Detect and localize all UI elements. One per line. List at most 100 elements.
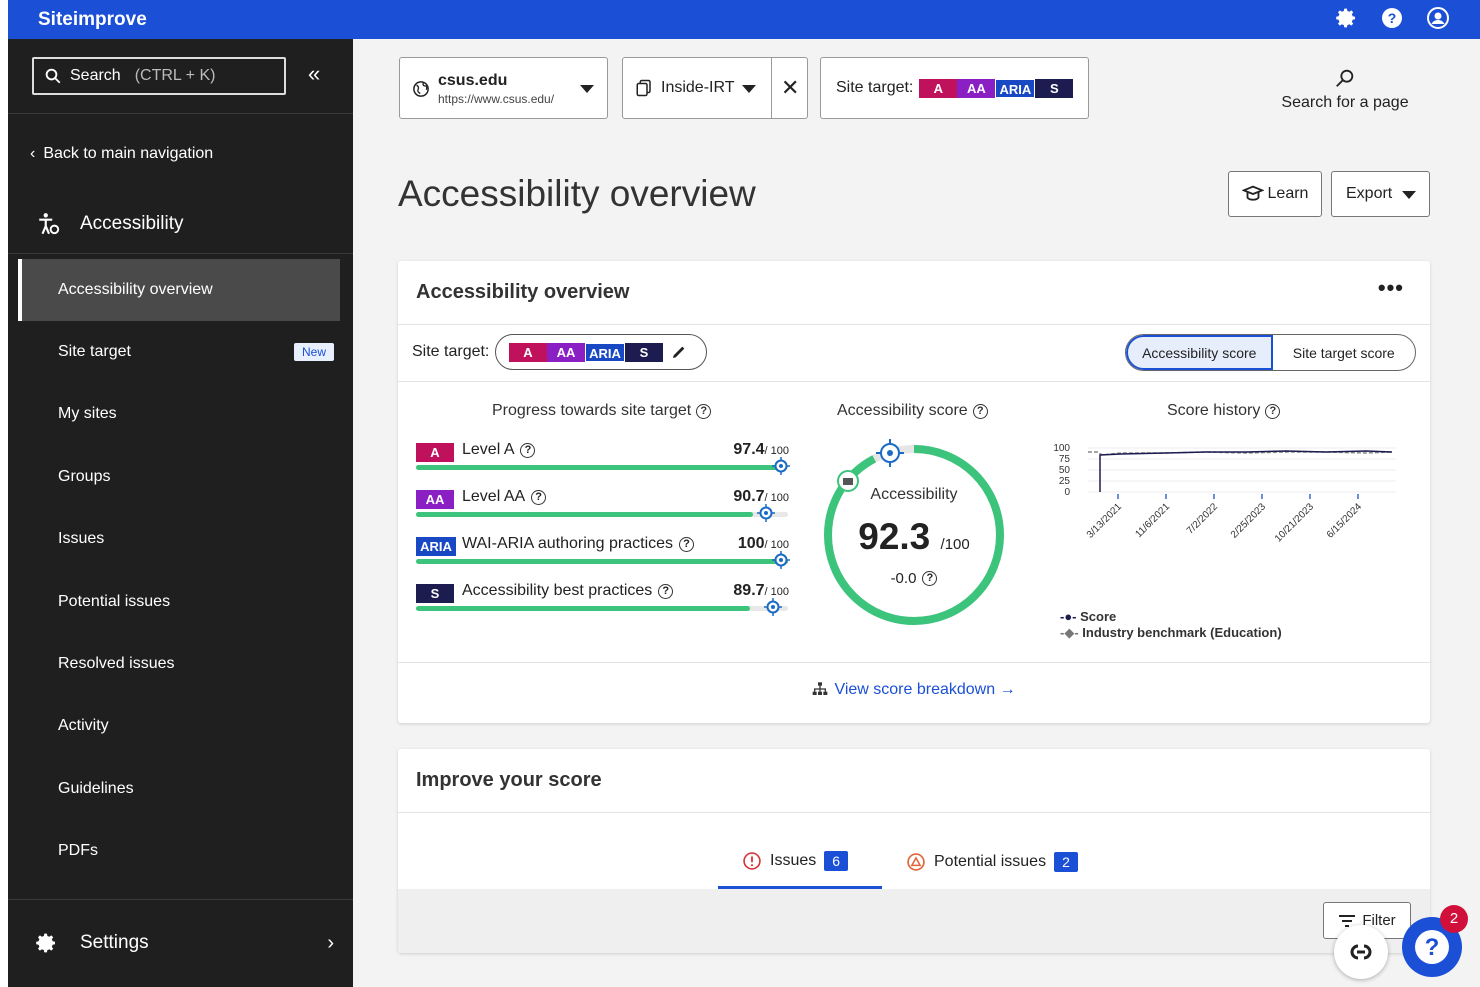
progress-label: Accessibility best practices? bbox=[462, 582, 674, 600]
tag-aria: ARIA bbox=[416, 537, 456, 556]
account-icon[interactable] bbox=[1426, 6, 1450, 35]
divider bbox=[8, 253, 353, 254]
progress-row-best-practices: S Accessibility best practices? 89.7/ 10… bbox=[416, 580, 791, 616]
help-icon[interactable]: ? bbox=[658, 583, 674, 599]
co-browse-button[interactable] bbox=[1334, 925, 1388, 979]
x-tick: 10/21/2023 bbox=[1273, 501, 1316, 544]
tab-issues[interactable]: Issues 6 bbox=[718, 835, 882, 889]
progress-label-text: Level AA bbox=[462, 488, 526, 505]
nav-item-label: Site target bbox=[58, 343, 131, 360]
progress-fill bbox=[416, 512, 754, 517]
learn-button[interactable]: Learn bbox=[1228, 171, 1322, 217]
sidebar-item-my-sites[interactable]: My sites bbox=[18, 383, 340, 445]
sidebar-item-activity[interactable]: Activity bbox=[18, 695, 340, 757]
divider bbox=[8, 899, 353, 900]
nav-item-label: Groups bbox=[58, 468, 111, 485]
progress-score: 97.4 bbox=[733, 441, 765, 458]
progress-title: Progress towards site target ? bbox=[492, 402, 712, 420]
site-target-label: Site target: bbox=[836, 79, 914, 96]
divider bbox=[398, 812, 1430, 813]
divider bbox=[398, 662, 1430, 663]
group-selector[interactable]: Inside-IRT ✕ bbox=[622, 57, 808, 119]
tag-level-a: A bbox=[919, 78, 958, 98]
y-tick: 100 bbox=[1053, 443, 1070, 454]
progress-max: / 100 bbox=[764, 445, 789, 457]
search-page-label: Search for a page bbox=[1281, 94, 1409, 111]
chevron-left-icon: ‹ bbox=[30, 145, 36, 162]
issue-count-badge: 6 bbox=[824, 850, 849, 871]
sidebar-item-resolved-issues[interactable]: Resolved issues bbox=[18, 633, 340, 695]
gear-icon[interactable] bbox=[1334, 6, 1358, 35]
sidebar-search[interactable]: Search (CTRL + K) bbox=[32, 57, 286, 95]
sidebar-item-guidelines[interactable]: Guidelines bbox=[18, 758, 340, 820]
pencil-icon[interactable] bbox=[671, 344, 687, 360]
target-marker-icon bbox=[876, 439, 904, 467]
progress-track bbox=[416, 504, 788, 522]
progress-track bbox=[416, 598, 788, 616]
section-heading-accessibility: Accessibility bbox=[36, 211, 183, 237]
sidebar-item-settings[interactable]: Settings › bbox=[34, 931, 334, 955]
x-tick: 2/25/2023 bbox=[1229, 501, 1269, 541]
legend-item-score[interactable]: -●- Score bbox=[1060, 609, 1282, 625]
x-tick: 6/15/2024 bbox=[1325, 501, 1365, 541]
help-icon[interactable]: ? bbox=[1380, 6, 1404, 35]
back-nav-label: Back to main navigation bbox=[43, 145, 214, 162]
view-score-breakdown-link[interactable]: View score breakdown → bbox=[398, 681, 1430, 699]
help-icon[interactable]: ? bbox=[520, 442, 536, 458]
tag-best-practices: S bbox=[625, 342, 663, 362]
y-tick: 25 bbox=[1059, 476, 1071, 487]
main-content: csus.edu https://www.csus.edu/ Inside-IR… bbox=[353, 39, 1480, 987]
sidebar-item-accessibility-overview[interactable]: Accessibility overview bbox=[18, 259, 340, 321]
tag-level-aa: AA bbox=[416, 490, 454, 509]
sidebar-item-groups[interactable]: Groups bbox=[18, 446, 340, 508]
sidebar-item-potential-issues[interactable]: Potential issues bbox=[18, 571, 340, 633]
chart-grid bbox=[1088, 447, 1396, 493]
help-icon[interactable]: ? bbox=[679, 536, 695, 552]
sidebar-item-pdfs[interactable]: PDFs bbox=[18, 820, 340, 882]
more-options-icon[interactable]: ••• bbox=[1378, 275, 1404, 301]
legend-item-benchmark[interactable]: -◆- Industry benchmark (Education) bbox=[1060, 625, 1282, 641]
nav-item-label: Guidelines bbox=[58, 780, 134, 797]
learn-label: Learn bbox=[1267, 185, 1309, 202]
collapse-sidebar-icon[interactable]: « bbox=[308, 61, 320, 87]
score-caption: Accessibility bbox=[870, 486, 958, 503]
search-for-page-button[interactable]: Search for a page bbox=[1279, 67, 1411, 112]
card-title: Accessibility overview bbox=[416, 281, 630, 303]
y-tick: 0 bbox=[1064, 487, 1070, 498]
sidebar-item-issues[interactable]: Issues bbox=[18, 508, 340, 570]
back-to-main-navigation[interactable]: ‹ Back to main navigation bbox=[30, 145, 213, 163]
tab-label: Issues bbox=[770, 851, 817, 869]
globe-icon bbox=[413, 81, 429, 97]
tag-level-a: A bbox=[416, 443, 454, 462]
target-marker-icon bbox=[756, 504, 775, 522]
search-label: Search bbox=[70, 67, 121, 84]
help-icon[interactable]: ? bbox=[696, 403, 712, 419]
new-badge: New bbox=[293, 343, 334, 361]
settings-label: Settings bbox=[80, 932, 149, 953]
alert-circle-icon bbox=[743, 851, 761, 870]
toggle-site-target-score[interactable]: Site target score bbox=[1273, 335, 1416, 370]
nav-item-label: Accessibility overview bbox=[58, 281, 213, 298]
close-icon[interactable]: ✕ bbox=[781, 75, 799, 101]
help-icon[interactable]: ? bbox=[1265, 403, 1281, 419]
x-tick: 7/2/2022 bbox=[1185, 501, 1221, 537]
export-button[interactable]: Export bbox=[1331, 171, 1430, 217]
accessibility-icon bbox=[39, 213, 60, 235]
help-icon[interactable]: ? bbox=[922, 571, 938, 586]
toggle-accessibility-score[interactable]: Accessibility score bbox=[1126, 335, 1273, 370]
site-target-selector[interactable]: Site target: A AA ARIA S bbox=[820, 57, 1089, 119]
site-selector[interactable]: csus.edu https://www.csus.edu/ bbox=[399, 57, 608, 119]
help-icon[interactable]: ? bbox=[972, 403, 988, 419]
y-tick: 75 bbox=[1059, 454, 1071, 465]
progress-score: 100 bbox=[737, 535, 765, 552]
site-target-pill[interactable]: A AA ARIA S bbox=[495, 334, 707, 370]
search-icon bbox=[45, 68, 61, 84]
brand-logo[interactable]: Siteimprove bbox=[38, 9, 147, 31]
sidebar-item-site-target[interactable]: Site target New bbox=[18, 321, 340, 383]
help-icon[interactable]: ? bbox=[531, 489, 547, 505]
progress-max: / 100 bbox=[764, 492, 789, 504]
search-icon bbox=[1336, 69, 1354, 87]
notification-badge: 2 bbox=[1440, 905, 1468, 933]
tab-potential-issues[interactable]: Potential issues 2 bbox=[882, 835, 1102, 889]
gear-icon bbox=[36, 933, 55, 953]
